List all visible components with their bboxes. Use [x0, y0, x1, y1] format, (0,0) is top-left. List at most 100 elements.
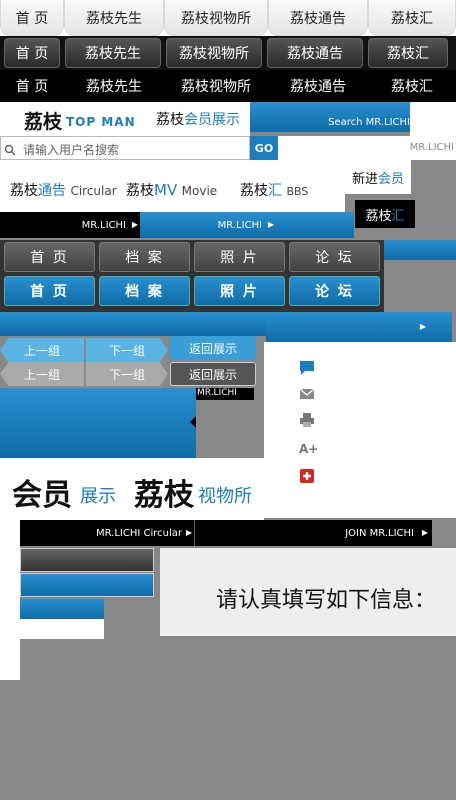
tab-circular[interactable]: 荔枝通告 Circular — [10, 180, 117, 200]
grid-bottom-photo[interactable]: 照 片 — [194, 276, 285, 306]
grid-bottom-home[interactable]: 首 页 — [4, 276, 95, 306]
arrow-right-icon: ▶ — [185, 528, 192, 537]
tab-bbs-prefix: 荔枝 — [240, 183, 268, 199]
tab-movie-blue: MV — [154, 181, 178, 199]
tab-newbie[interactable]: 新进 会员 — [345, 160, 411, 194]
nav-light-mr[interactable]: 荔枝先生 — [64, 0, 164, 36]
grid-top-photo[interactable]: 照 片 — [194, 242, 285, 272]
mail-icon[interactable] — [299, 386, 315, 402]
left-white-strip — [0, 520, 20, 680]
nav-dark-mr[interactable]: 荔枝先生 — [65, 38, 161, 68]
nav-black-bbs[interactable]: 荔枝汇 — [368, 70, 456, 102]
nav-light-bbs[interactable]: 荔枝汇 — [368, 0, 456, 36]
tab-movie-en: Movie — [181, 184, 218, 198]
swatch-white[interactable] — [20, 619, 104, 639]
print-icon[interactable] — [299, 412, 315, 428]
grid-bottom-forum[interactable]: 论 坛 — [289, 276, 380, 306]
nav-black-mr[interactable]: 荔枝先生 — [64, 70, 164, 102]
swatch-dark[interactable] — [20, 548, 154, 572]
arrow-right-icon: ▶ — [421, 528, 428, 537]
prev-button-gray[interactable]: 上一组 — [0, 362, 84, 386]
grid-bottom-profile[interactable]: 档 案 — [99, 276, 190, 306]
mr-tag: MR.LICHI — [196, 388, 254, 400]
arrow-left-icon — [190, 416, 196, 428]
nav-light-home[interactable]: 首 页 — [0, 0, 64, 36]
arrow-right-icon: ▶ — [131, 220, 138, 229]
nav-row-light: 首 页 荔枝先生 荔枝视物所 荔枝通告 荔枝汇 — [0, 0, 456, 36]
mr-lichi-strip: MR.LICHI — [278, 136, 456, 160]
chat-icon[interactable] — [299, 360, 315, 376]
grid-top-profile[interactable]: 档 案 — [99, 242, 190, 272]
go-button[interactable]: GO — [250, 136, 278, 160]
side-icons-panel: A+ — [264, 342, 456, 518]
add-icon[interactable] — [299, 468, 315, 484]
next-button-gray[interactable]: 下一组 — [86, 362, 168, 386]
blue-strip-left — [0, 312, 266, 336]
tab-movie[interactable]: 荔枝MV Movie — [126, 180, 217, 200]
prev-button[interactable]: 上一组 — [0, 338, 84, 362]
nav-dark-notice[interactable]: 荔枝通告 — [267, 38, 363, 68]
mr-bar-blue[interactable]: MR.LICHI ▶ — [140, 212, 354, 238]
logo-cn: 荔枝 — [24, 111, 63, 133]
form-prompt: 请认真填写如下信息： — [216, 588, 437, 613]
grid-top-home[interactable]: 首 页 — [4, 242, 95, 272]
nav-light-video[interactable]: 荔枝视物所 — [164, 0, 268, 36]
search-tag-label: Search MR.LICHI — [328, 117, 410, 128]
nav-black-home[interactable]: 首 页 — [0, 70, 64, 102]
tab-circular-prefix: 荔枝 — [10, 183, 38, 199]
mr-bar-blue-label: MR.LICHI — [217, 220, 262, 231]
big-title: 会员 展示 荔枝 视物所 — [0, 458, 264, 520]
nav-dark-home[interactable]: 首 页 — [4, 38, 60, 68]
nav-row-black: 首 页 荔枝先生 荔枝视物所 荔枝通告 荔枝汇 — [0, 70, 456, 102]
swatch-blue[interactable] — [20, 573, 154, 597]
mr-lichi-small: MR.LICHI — [409, 142, 454, 153]
mr-bar-black-label: MR.LICHI — [81, 220, 126, 231]
tab-dark-blue: 汇 — [391, 208, 405, 224]
header-left: 荔枝 TOP MAN 荔枝会员展示 — [0, 102, 250, 136]
tab-dark-prefix: 荔枝 — [365, 208, 392, 224]
nav-light-notice[interactable]: 荔枝通告 — [268, 0, 368, 36]
title-small-1: 展示 — [80, 486, 116, 507]
nav-row-dark: 首 页 荔枝先生 荔枝视物所 荔枝通告 荔枝汇 — [0, 36, 456, 70]
title-big-1: 会员 — [12, 478, 72, 513]
title-small-2: 视物所 — [198, 486, 252, 507]
font-size-icon[interactable]: A+ — [299, 442, 318, 456]
grid-top-forum[interactable]: 论 坛 — [289, 242, 380, 272]
bottom-bar-right[interactable]: JOIN MR.LICHI ▶ — [194, 520, 432, 546]
title-big-2: 荔枝 — [134, 478, 194, 513]
bottom-bar-left-label: MR.LICHI Circular — [95, 528, 182, 539]
arrow-right-icon: ▶ — [267, 220, 274, 229]
next-button[interactable]: 下一组 — [86, 338, 168, 362]
tab-newbie-prefix: 新进 — [351, 171, 378, 187]
search-input[interactable]: 请输入用户名搜索 — [0, 136, 250, 160]
nav-black-video[interactable]: 荔枝视物所 — [164, 70, 268, 102]
bottom-bar-right-label: JOIN MR.LICHI — [345, 528, 414, 539]
tab-circular-en: Circular — [70, 184, 117, 198]
form-prompt-panel: 请认真填写如下信息： — [160, 548, 456, 636]
tab-dark-bbs[interactable]: 荔枝汇 — [355, 200, 415, 228]
tab-bbs[interactable]: 荔枝汇 BBS — [240, 180, 308, 200]
section-tabs: 荔枝通告 Circular 荔枝MV Movie 荔枝汇 BBS — [0, 160, 345, 212]
blue-accent-strip — [384, 240, 456, 260]
tab-newbie-blue: 会员 — [378, 171, 405, 187]
member-title: 荔枝会员展示 — [156, 109, 240, 129]
search-tag-bar: Search MR.LICHI — [250, 102, 410, 132]
mr-bar-black[interactable]: MR.LICHI ▶ — [0, 212, 140, 238]
grid-nav: 首 页 档 案 照 片 论 坛 首 页 档 案 照 片 论 坛 — [0, 240, 384, 312]
back-button-dark[interactable]: 返回展示 — [170, 362, 256, 386]
header-right-blank — [410, 102, 456, 136]
tab-movie-prefix: 荔枝 — [126, 183, 154, 199]
tab-bbs-en: BBS — [286, 185, 309, 198]
member-title-prefix: 荔枝 — [156, 112, 184, 128]
logo-en: TOP MAN — [66, 115, 136, 129]
nav-black-notice[interactable]: 荔枝通告 — [268, 70, 368, 102]
blue-menu-bar[interactable]: ▶ — [266, 312, 452, 342]
member-title-suffix: 会员展示 — [184, 112, 240, 128]
nav-dark-video[interactable]: 荔枝视物所 — [166, 38, 262, 68]
back-button[interactable]: 返回展示 — [170, 336, 256, 360]
nav-dark-bbs[interactable]: 荔枝汇 — [368, 38, 448, 68]
tab-bbs-blue: 汇 — [268, 183, 282, 199]
bottom-bar-left[interactable]: MR.LICHI Circular ▶ — [20, 520, 194, 546]
swatch-blue-small[interactable] — [20, 599, 104, 619]
blue-block — [0, 388, 196, 458]
